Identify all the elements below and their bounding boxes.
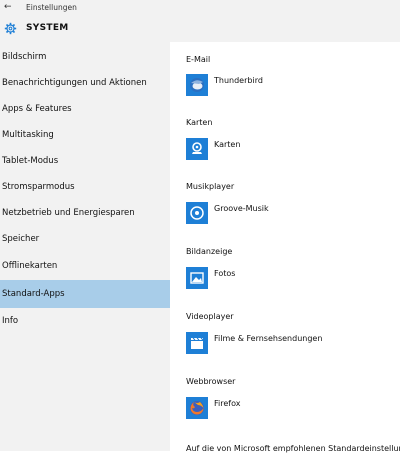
default-apps-panel: E-Mail Thunderbird Karten Karten Musikpl… bbox=[170, 42, 400, 453]
movies-tv-icon bbox=[186, 332, 208, 354]
app-name: Firefox bbox=[214, 399, 241, 408]
category-label-video: Videoplayer bbox=[186, 312, 234, 321]
app-selector-music[interactable]: Groove-Musik bbox=[186, 202, 396, 226]
maps-icon bbox=[186, 138, 208, 160]
sidebar-item-multitasking[interactable]: Multitasking bbox=[0, 122, 170, 148]
window-title: Einstellungen bbox=[26, 3, 77, 12]
sidebar-item-tablet-modus[interactable]: Tablet-Modus bbox=[0, 148, 170, 174]
category-label-maps: Karten bbox=[186, 118, 213, 127]
app-selector-maps[interactable]: Karten bbox=[186, 138, 396, 162]
sidebar-item-apps-features[interactable]: Apps & Features bbox=[0, 96, 170, 122]
app-selector-video[interactable]: Filme & Fernsehsendungen bbox=[186, 332, 396, 356]
app-name: Fotos bbox=[214, 269, 236, 278]
sidebar-item-offlinekarten[interactable]: Offlinekarten bbox=[0, 253, 170, 279]
sidebar-item-stromsparmodus[interactable]: Stromsparmodus bbox=[0, 174, 170, 200]
app-selector-browser[interactable]: Firefox bbox=[186, 397, 396, 421]
category-label-music: Musikplayer bbox=[186, 182, 235, 191]
sidebar-item-standard-apps[interactable]: Standard-Apps bbox=[0, 280, 170, 308]
sidebar: Bildschirm Benachrichtigungen und Aktion… bbox=[0, 42, 170, 451]
sidebar-item-speicher[interactable]: Speicher bbox=[0, 226, 170, 252]
app-selector-photos[interactable]: Fotos bbox=[186, 267, 396, 291]
reset-defaults-label: Auf die von Microsoft empfohlenen Standa… bbox=[186, 444, 400, 453]
groove-music-icon bbox=[186, 202, 208, 224]
photos-icon bbox=[186, 267, 208, 289]
back-arrow-icon[interactable]: ← bbox=[4, 2, 12, 12]
firefox-icon bbox=[186, 397, 208, 419]
category-label-email: E-Mail bbox=[186, 55, 211, 64]
thunderbird-icon bbox=[186, 74, 208, 96]
app-name: Karten bbox=[214, 140, 241, 149]
category-label-browser: Webbrowser bbox=[186, 377, 236, 386]
sidebar-item-bildschirm[interactable]: Bildschirm bbox=[0, 44, 170, 70]
app-name: Filme & Fernsehsendungen bbox=[214, 334, 323, 343]
app-selector-email[interactable]: Thunderbird bbox=[186, 74, 396, 98]
sidebar-item-netzbetrieb[interactable]: Netzbetrieb und Energiesparen bbox=[0, 200, 170, 226]
gear-icon bbox=[4, 22, 17, 35]
page-title: SYSTEM bbox=[26, 23, 69, 33]
category-label-photos: Bildanzeige bbox=[186, 247, 233, 256]
sidebar-item-info[interactable]: Info bbox=[0, 308, 170, 334]
page-header: SYSTEM bbox=[0, 16, 400, 42]
title-bar: ← Einstellungen bbox=[0, 0, 400, 16]
app-name: Thunderbird bbox=[214, 76, 263, 85]
app-name: Groove-Musik bbox=[214, 204, 269, 213]
sidebar-item-benachrichtigungen[interactable]: Benachrichtigungen und Aktionen bbox=[0, 70, 170, 96]
